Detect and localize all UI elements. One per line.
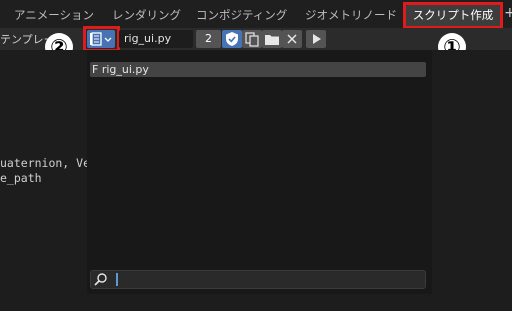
tab-rendering[interactable]: レンダリング (112, 6, 181, 24)
open-text-button[interactable] (262, 30, 282, 48)
users-count[interactable]: 2 (196, 30, 221, 48)
highlight-box-scripting-tab (403, 2, 503, 29)
search-icon (94, 273, 107, 286)
code-line: e_path (0, 171, 42, 185)
list-item-label: F rig_ui.py (92, 63, 149, 76)
unlink-text-button[interactable] (282, 30, 302, 48)
run-script-button[interactable] (306, 30, 326, 48)
play-icon (313, 34, 321, 44)
add-workspace-button[interactable]: + (504, 5, 512, 21)
search-input[interactable] (90, 270, 426, 289)
text-caret (116, 273, 118, 286)
fake-user-button[interactable] (222, 30, 242, 48)
text-editor-area-right[interactable] (432, 50, 512, 311)
tab-animation[interactable]: アニメーション (14, 6, 94, 24)
tab-geometry-nodes[interactable]: ジオメトリノード (305, 6, 397, 24)
duplicate-text-button[interactable] (242, 30, 262, 48)
shield-icon (226, 32, 238, 46)
text-browse-popup (87, 50, 432, 294)
text-name-value: rig_ui.py (124, 32, 172, 45)
folder-icon (265, 35, 279, 45)
duplicate-icon (245, 32, 259, 47)
close-icon (287, 34, 297, 44)
code-line: uaternion, Ve (0, 156, 91, 170)
highlight-box-browse-button (83, 26, 120, 52)
tab-compositing[interactable]: コンポジティング (196, 6, 287, 24)
